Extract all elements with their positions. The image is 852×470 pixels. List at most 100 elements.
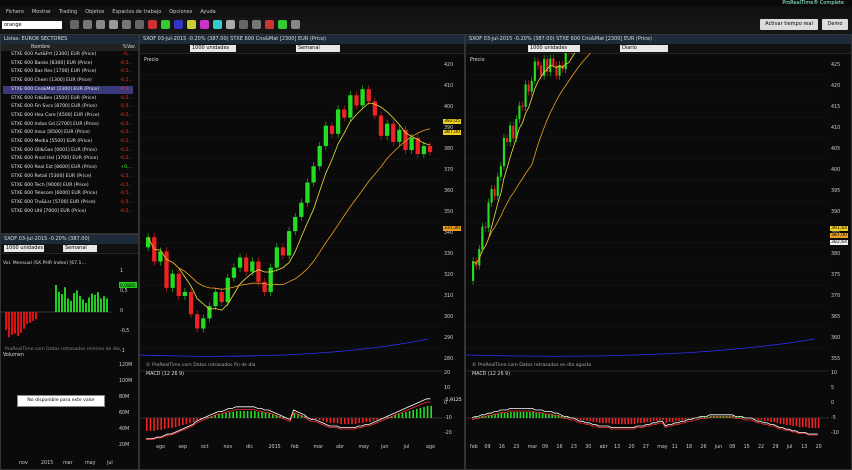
watchlist-row-change: -0,5... xyxy=(119,182,133,188)
units-select[interactable]: 1000 unidades xyxy=(4,245,44,252)
daily-x-tick: 29 xyxy=(772,445,779,450)
watchlist-row[interactable]: STXE 600 Tech [9000] EUR (Price) -0,5... xyxy=(3,182,133,190)
watchlist-row[interactable]: STXE 600 Util [7000] EUR (Price) -0,5... xyxy=(3,208,133,216)
tool-icon[interactable] xyxy=(226,20,235,29)
macd-bar xyxy=(589,418,591,421)
watchlist-row[interactable]: STXE 600 Fd&Bev [3500] EUR (Price) -0,5..… xyxy=(3,95,133,103)
mini-bar-pos xyxy=(61,294,63,312)
weekly-x-tick: sep xyxy=(178,445,188,450)
tool-icon[interactable] xyxy=(96,20,105,29)
macd-bar xyxy=(659,418,661,420)
daily-period-select[interactable]: Diario xyxy=(620,45,668,52)
mini-bar-neg xyxy=(26,312,28,324)
tool-icon[interactable] xyxy=(291,20,300,29)
watchlist-row[interactable]: STXE 600 Cns&Mat [2300] EUR (Price) -0,5.… xyxy=(3,85,133,94)
weekly-units-select[interactable]: 1000 unidades xyxy=(190,45,236,52)
tool-icon[interactable] xyxy=(122,20,131,29)
tool-icon[interactable] xyxy=(70,20,79,29)
macd-bar xyxy=(735,417,737,418)
weekly-last-price-tag: 392,05 xyxy=(443,119,462,124)
mini-bar-neg xyxy=(5,312,7,330)
col-name[interactable]: Nombre xyxy=(31,44,50,51)
daily-x-tick: 15 xyxy=(743,445,750,450)
demo-button[interactable]: Demo xyxy=(822,19,848,30)
macd-bar xyxy=(579,418,582,420)
watchlist-row[interactable]: STXE 600 Fin Svcs [8700] EUR (Price) -0,5… xyxy=(3,103,133,111)
weekly-y-tick: 310 xyxy=(444,294,454,299)
watchlist-row[interactable]: STXE 600 Bas Res [1700] EUR (Price) -0,5.… xyxy=(3,68,133,76)
watchlist-row[interactable]: STXE 600 Oil&Gas [0001] EUR (Price) -0,5.… xyxy=(3,147,133,155)
col-change[interactable]: %Var. xyxy=(123,44,136,51)
mini-y-tick: -0,5 xyxy=(120,328,129,334)
daily-units-select[interactable]: 1000 unidades xyxy=(528,45,580,52)
menu-espacios[interactable]: Espacios de trabajo xyxy=(112,7,161,17)
watchlist-row[interactable]: STXE 600 Banks [8300] EUR (Price) -0,5... xyxy=(3,60,133,68)
daily-x-tick: 27 xyxy=(642,445,649,450)
volume-title: Volumen xyxy=(3,353,24,358)
mini-bar-neg xyxy=(32,312,34,321)
macd-bar xyxy=(506,413,509,418)
macd-bar xyxy=(763,418,766,421)
macd-bar xyxy=(322,418,324,421)
tool-icon[interactable] xyxy=(161,20,170,29)
weekly-x-tick: ago xyxy=(156,445,165,450)
weekly-x-axis: ago sep oct nov dic 2015 feb mar abr may jun jul ago xyxy=(140,445,442,453)
macd-bar xyxy=(369,418,371,422)
watchlist-row[interactable]: STXE 600 Insur [8500] EUR (Price) -0,5... xyxy=(3,129,133,137)
daily-x-tick: 13 xyxy=(801,445,808,450)
watchlist-row-change: -0,5... xyxy=(119,69,133,75)
period-select[interactable]: Semanal xyxy=(63,245,97,252)
menu-trading[interactable]: Trading xyxy=(59,7,77,17)
macd-bar xyxy=(544,414,547,418)
tool-icon[interactable] xyxy=(148,20,157,29)
watchlist-row[interactable]: STXE 600 Real Est [8600] EUR (Price) +0,.… xyxy=(3,164,133,172)
weekly-period-select[interactable]: Semanal xyxy=(296,45,340,52)
menu-mostrar[interactable]: Mostrar xyxy=(32,7,51,17)
macd-bar xyxy=(376,418,378,420)
weekly-y-tick: 400 xyxy=(444,105,454,110)
watchlist-row[interactable]: STXE 600 Chem [1300] EUR (Price) -0,5... xyxy=(3,77,133,85)
tool-icon[interactable] xyxy=(187,20,196,29)
macd-bar xyxy=(365,418,368,422)
activar-tiempo-real-button[interactable]: Activar tiempo real xyxy=(760,19,818,30)
tool-icon[interactable] xyxy=(174,20,183,29)
tool-icon[interactable] xyxy=(239,20,248,29)
macd-bar xyxy=(602,418,604,423)
macd-bar xyxy=(426,406,429,418)
macd-bar xyxy=(416,409,418,418)
daily-x-tick: 16 xyxy=(498,445,505,450)
tool-icon[interactable] xyxy=(83,20,92,29)
daily-x-axis: feb 09 16 23 mar 09 16 23 30 abr 13 20 27 may 11 18 26 ju… xyxy=(466,445,829,453)
watchlist-row-name: STXE 600 Fin Svcs [8700] EUR (Price) xyxy=(11,104,97,110)
menu-ayuda[interactable]: Ayuda xyxy=(200,7,215,17)
macd-bar xyxy=(423,407,425,418)
tool-icon[interactable] xyxy=(278,20,287,29)
watchlist-row[interactable]: STXE 600 Aut&Prt [2300] EUR (Price) -0,..… xyxy=(3,51,133,59)
daily-y-tick: 365 xyxy=(831,315,841,320)
tool-icon[interactable] xyxy=(135,20,144,29)
tool-icon[interactable] xyxy=(109,20,118,29)
menu-fichero[interactable]: Fichero xyxy=(6,7,24,17)
watchlist-row[interactable]: STXE 600 Media [5500] EUR (Price) -0,5... xyxy=(3,138,133,146)
watchlist-row[interactable]: STXE 600 Hea Care [4500] EUR (Price) -0,5… xyxy=(3,112,133,120)
search-input[interactable]: orange xyxy=(2,21,62,29)
daily-x-tick: jul xyxy=(786,445,793,450)
daily-x-tick: 18 xyxy=(686,445,693,450)
weekly-y-axis: 420 410 400 390 380 370 360 350 340 330 320 310 300 2… xyxy=(442,53,464,373)
daily-x-tick: 23 xyxy=(513,445,520,450)
daily-macd-tick: 10 xyxy=(831,371,838,376)
tool-icon[interactable] xyxy=(200,20,209,29)
tool-icon[interactable] xyxy=(252,20,261,29)
mini-bar-pos xyxy=(91,293,93,312)
indicator-title: Vol. Mensual (SX.PHR Index) [67.1... xyxy=(3,261,86,266)
menu-opciones[interactable]: Opciones xyxy=(169,7,192,17)
tool-icon[interactable] xyxy=(265,20,274,29)
watchlist-row[interactable]: STXE 600 Retail [5300] EUR (Price) -0,5..… xyxy=(3,173,133,181)
watchlist-row[interactable]: STXE 600 Telecom [6000] EUR (Price) -0,5.… xyxy=(3,190,133,198)
macd-bar xyxy=(167,418,170,428)
watchlist-row[interactable]: STXE 600 Trv&Lsr [5700] EUR (Price) -0,5.… xyxy=(3,199,133,207)
watchlist-row[interactable]: STXE 600 Prsnl Hsl [3700] EUR (Price) -0,… xyxy=(3,155,133,163)
tool-icon[interactable] xyxy=(213,20,222,29)
menu-objetos[interactable]: Objetos xyxy=(85,7,104,17)
watchlist-row[interactable]: STXE 600 Indus Gd [2700] EUR (Price) -0,5… xyxy=(3,121,133,129)
